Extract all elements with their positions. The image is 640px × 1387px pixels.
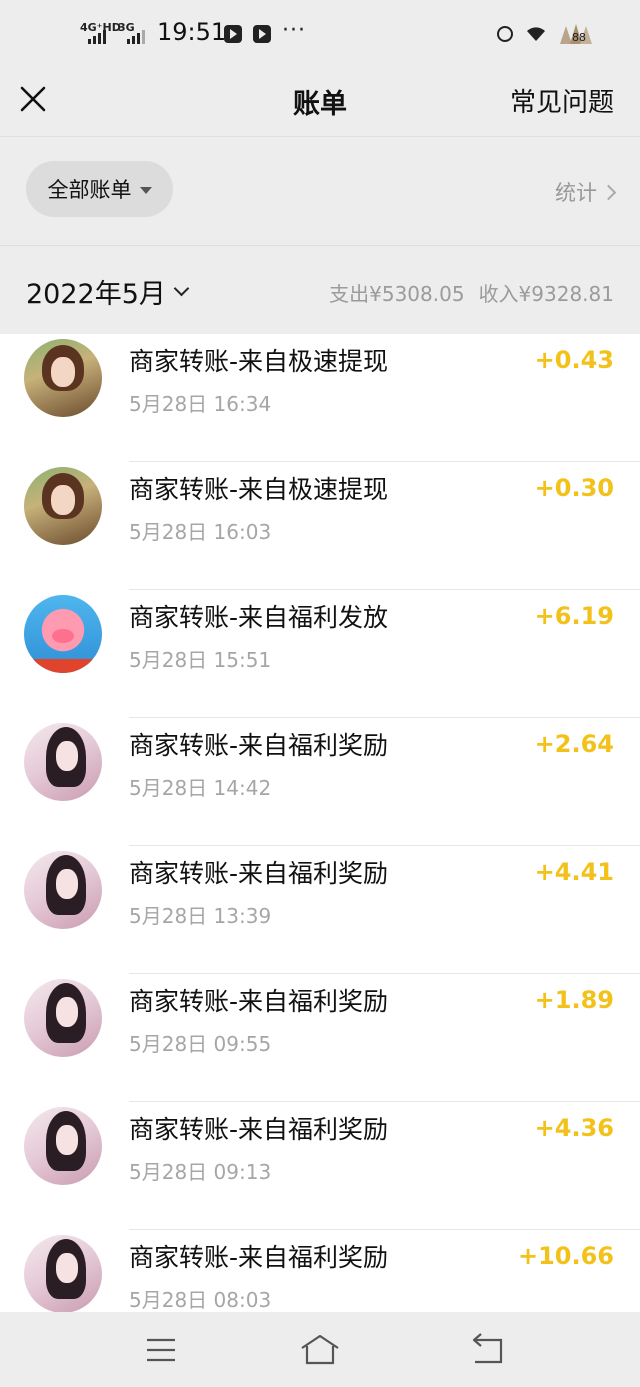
battery-icon: 88 — [560, 24, 592, 44]
month-totals: 支出¥5308.05 收入¥9328.81 — [329, 278, 614, 307]
transaction-amount: +4.36 — [534, 1114, 614, 1142]
media-app-icon — [224, 25, 242, 43]
battery-level: 88 — [572, 31, 586, 44]
transaction-amount: +0.43 — [534, 346, 614, 374]
transaction-title: 商家转账-来自福利奖励 — [129, 859, 389, 888]
back-icon[interactable] — [467, 1330, 507, 1370]
transaction-title: 商家转账-来自福利发放 — [129, 603, 389, 632]
filter-row: 全部账单 统计 — [0, 137, 640, 246]
list-item[interactable]: 商家转账-来自福利奖励 5月28日 13:39 +4.41 — [0, 846, 640, 974]
transaction-title: 商家转账-来自极速提现 — [129, 347, 389, 376]
home-icon[interactable] — [300, 1330, 340, 1370]
list-item[interactable]: 商家转账-来自福利奖励 5月28日 09:55 +1.89 — [0, 974, 640, 1102]
caret-down-icon — [139, 186, 152, 194]
avatar — [24, 723, 102, 801]
header: 账单 常见问题 — [0, 64, 640, 137]
statistics-label: 统计 — [555, 181, 597, 205]
avatar — [24, 1107, 102, 1185]
transaction-title: 商家转账-来自福利奖励 — [129, 1115, 389, 1144]
transaction-amount: +4.41 — [534, 858, 614, 886]
avatar — [24, 595, 102, 673]
transaction-time: 5月28日 08:03 — [129, 1288, 272, 1312]
faq-link[interactable]: 常见问题 — [510, 82, 614, 119]
month-summary: 2022年5月 支出¥5308.05 收入¥9328.81 — [0, 246, 640, 334]
bill-type-filter-label: 全部账单 — [47, 178, 132, 202]
chevron-down-icon — [173, 280, 190, 297]
list-item[interactable]: 商家转账-来自极速提现 5月28日 16:34 +0.43 — [0, 334, 640, 462]
avatar — [24, 979, 102, 1057]
transaction-time: 5月28日 09:13 — [129, 1160, 272, 1184]
status-bar: 4G⁺HD 3G 19:51 ··· 88 — [0, 0, 640, 64]
system-nav-bar — [0, 1312, 640, 1387]
transaction-title: 商家转账-来自福利奖励 — [129, 731, 389, 760]
transaction-time: 5月28日 16:34 — [129, 392, 272, 416]
transaction-title: 商家转账-来自极速提现 — [129, 475, 389, 504]
list-item[interactable]: 商家转账-来自福利发放 5月28日 15:51 +6.19 — [0, 590, 640, 718]
transaction-amount: +0.30 — [534, 474, 614, 502]
alarm-icon — [497, 26, 513, 42]
transaction-title: 商家转账-来自福利奖励 — [129, 1243, 389, 1272]
avatar — [24, 339, 102, 417]
avatar — [24, 467, 102, 545]
month-picker[interactable]: 2022年5月 — [26, 272, 190, 311]
transaction-time: 5月28日 09:55 — [129, 1032, 272, 1056]
clock: 19:51 — [157, 18, 227, 46]
transaction-title: 商家转账-来自福利奖励 — [129, 987, 389, 1016]
transaction-time: 5月28日 16:03 — [129, 520, 272, 544]
bill-type-filter[interactable]: 全部账单 — [26, 161, 173, 217]
transaction-amount: +6.19 — [534, 602, 614, 630]
month-label: 2022年5月 — [26, 279, 166, 310]
media-app-icon-2 — [253, 25, 271, 43]
statistics-link[interactable]: 统计 — [555, 177, 617, 207]
list-item[interactable]: 商家转账-来自福利奖励 5月28日 14:42 +2.64 — [0, 718, 640, 846]
transaction-amount: +1.89 — [534, 986, 614, 1014]
transaction-time: 5月28日 14:42 — [129, 776, 272, 800]
signal-icon-1 — [88, 30, 106, 44]
income-total: 收入¥9328.81 — [478, 282, 614, 306]
chevron-right-icon — [600, 184, 617, 200]
avatar — [24, 1235, 102, 1312]
signal-icon-2 — [127, 30, 145, 44]
wifi-icon — [527, 27, 545, 41]
menu-icon[interactable] — [141, 1330, 181, 1370]
transaction-list: 商家转账-来自极速提现 5月28日 16:34 +0.43 商家转账-来自极速提… — [0, 334, 640, 1312]
transaction-amount: +2.64 — [534, 730, 614, 758]
list-item[interactable]: 商家转账-来自福利奖励 5月28日 08:03 +10.66 — [0, 1230, 640, 1312]
list-item[interactable]: 商家转账-来自极速提现 5月28日 16:03 +0.30 — [0, 462, 640, 590]
avatar — [24, 851, 102, 929]
transaction-time: 5月28日 13:39 — [129, 904, 272, 928]
more-notifications-icon: ··· — [282, 18, 306, 43]
expense-total: 支出¥5308.05 — [329, 282, 465, 306]
list-item[interactable]: 商家转账-来自福利奖励 5月28日 09:13 +4.36 — [0, 1102, 640, 1230]
transaction-time: 5月28日 15:51 — [129, 648, 272, 672]
transaction-amount: +10.66 — [517, 1242, 614, 1270]
